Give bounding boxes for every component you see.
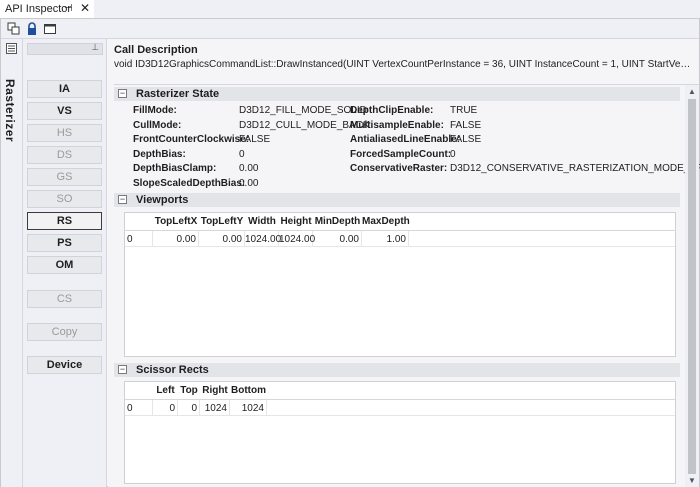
prop-key: DepthClipEnable: <box>350 105 434 116</box>
rasterizer-state-header[interactable]: − Rasterizer State <box>114 87 680 101</box>
prop-value: 0 <box>239 148 245 160</box>
api-inspector-window: Rasterizer ⊥ IA VS HS DS GS SO RS PS OM CS Copy Dev… <box>0 18 700 487</box>
viewports-header[interactable]: − Viewports <box>114 193 680 207</box>
stage-button-rs[interactable]: RS <box>27 212 102 230</box>
panel-pin-icon[interactable]: ⊥ <box>91 42 99 53</box>
table-cell: 0.00 <box>153 231 199 247</box>
prop-key: MultisampleEnable: <box>350 119 444 131</box>
stage-button-hs[interactable]: HS <box>27 124 102 142</box>
stage-button-device[interactable]: Device <box>27 356 102 374</box>
collapse-icon[interactable]: − <box>118 195 127 204</box>
scroll-up-icon[interactable]: ▲ <box>687 87 697 97</box>
column-header[interactable]: MaxDepth <box>362 213 410 229</box>
column-header[interactable]: Right <box>200 382 230 398</box>
stage-panel-header: ⊥ <box>27 42 103 55</box>
table-cell: 0.00 <box>199 231 245 247</box>
prop-key: FillMode: <box>133 105 177 116</box>
stage-button-ia[interactable]: IA <box>27 80 102 98</box>
stage-button-so[interactable]: SO <box>27 190 102 208</box>
prop-key: FrontCounterClockwise: <box>133 134 250 145</box>
prop-value: D3D12_FILL_MODE_SOLID <box>239 105 367 116</box>
column-header[interactable]: TopLeftX <box>153 213 199 229</box>
window-icon[interactable] <box>43 22 57 36</box>
table-cell: 0.00 <box>313 231 362 247</box>
rasterizer-side-tab[interactable]: Rasterizer <box>1 39 23 487</box>
stage-button-vs[interactable]: VS <box>27 102 102 120</box>
stage-button-ds[interactable]: DS <box>27 146 102 164</box>
state-content: − Rasterizer State FillMode: D3D12_FILL_M… <box>114 84 700 487</box>
prop-value: TRUE <box>450 105 478 116</box>
stage-list-icon <box>6 43 17 54</box>
prop-value: 0 <box>450 148 456 160</box>
rasterizer-label: Rasterizer <box>3 79 17 143</box>
viewports-title: Viewports <box>136 194 189 206</box>
prop-value: 0.00 <box>239 177 259 189</box>
tab-bar: API Inspector ⊣ ✕ <box>0 0 700 18</box>
prop-key: DepthBiasClamp: <box>133 163 217 174</box>
prop-value: D3D12_CONSERVATIVE_RASTERIZATION_MODE_OF… <box>450 163 700 174</box>
prop-value: FALSE <box>450 134 482 145</box>
column-header[interactable]: MinDepth <box>313 213 362 229</box>
stage-button-ps[interactable]: PS <box>27 234 102 252</box>
scissor-rects-header[interactable]: − Scissor Rects <box>114 363 680 377</box>
column-header[interactable]: Bottom <box>230 382 267 398</box>
tab-title: API Inspector <box>5 3 72 15</box>
scissor-rects-title: Scissor Rects <box>136 364 209 376</box>
table-header-row: Left Top Right Bottom <box>125 382 675 400</box>
prop-value: 0.00 <box>239 163 259 174</box>
close-icon[interactable]: ✕ <box>80 1 90 15</box>
table-cell: 1024 <box>230 400 267 416</box>
column-header[interactable]: Width <box>245 213 279 229</box>
table-cell: 1024.00 <box>245 231 281 247</box>
prop-key: SlopeScaledDepthBias: <box>133 177 246 189</box>
rasterizer-state-title: Rasterizer State <box>136 88 220 100</box>
column-header[interactable]: Height <box>279 213 313 229</box>
column-header[interactable]: TopLeftY <box>199 213 245 229</box>
stage-button-gs[interactable]: GS <box>27 168 102 186</box>
pin-icon[interactable]: ⊣ <box>64 3 73 14</box>
stage-button-om[interactable]: OM <box>27 256 102 274</box>
table-cell: 1024 <box>200 400 230 416</box>
tab-api-inspector[interactable]: API Inspector ⊣ ✕ <box>0 0 94 18</box>
scroll-thumb[interactable] <box>688 99 696 474</box>
call-description-text: void ID3D12GraphicsCommandList::DrawInst… <box>114 59 692 70</box>
table-cell: 0 <box>153 400 178 416</box>
stage-panel: ⊥ IA VS HS DS GS SO RS PS OM CS Copy Device <box>23 39 107 487</box>
prop-key: ConservativeRaster: <box>350 163 448 174</box>
prop-value: FALSE <box>450 119 482 131</box>
table-cell: 0 <box>125 400 153 416</box>
table-cell: 1.00 <box>362 231 409 247</box>
collapse-icon[interactable]: − <box>118 365 127 374</box>
prop-key: ForcedSampleCount: <box>350 148 452 160</box>
table-cell: 0 <box>125 231 153 247</box>
table-row[interactable]: 0 0 0 1024 1024 <box>125 400 675 416</box>
scissor-rects-table[interactable]: Left Top Right Bottom 0 0 0 1024 1024 <box>124 381 676 484</box>
prop-value: FALSE <box>239 134 271 145</box>
table-header-row: TopLeftX TopLeftY Width Height MinDepth MaxDe… <box>125 213 675 231</box>
table-cell: 1024.00 <box>279 231 315 247</box>
table-cell: 0 <box>178 400 200 416</box>
vertical-scrollbar[interactable]: ▲ ▼ <box>685 85 699 487</box>
prop-key: AntialiasedLineEnable: <box>350 134 461 145</box>
stage-button-copy[interactable]: Copy <box>27 323 102 341</box>
lock-icon[interactable] <box>25 22 39 36</box>
stage-button-cs[interactable]: CS <box>27 290 102 308</box>
call-description-title: Call Description <box>114 44 198 56</box>
copy-icon[interactable] <box>7 22 21 36</box>
prop-key: CullMode: <box>133 119 182 131</box>
prop-key: DepthBias: <box>133 148 186 160</box>
column-header[interactable] <box>125 382 153 398</box>
scroll-down-icon[interactable]: ▼ <box>687 476 697 486</box>
column-header[interactable] <box>125 213 153 229</box>
toolbar <box>1 19 699 39</box>
main-panel: Call Description void ID3D12GraphicsComm… <box>108 39 700 487</box>
viewports-table[interactable]: TopLeftX TopLeftY Width Height MinDepth MaxDe… <box>124 212 676 357</box>
column-header[interactable]: Top <box>178 382 200 398</box>
collapse-icon[interactable]: − <box>118 89 127 98</box>
column-header[interactable]: Left <box>153 382 178 398</box>
table-row[interactable]: 0 0.00 0.00 1024.00 1024.00 0.00 1.00 <box>125 231 675 247</box>
